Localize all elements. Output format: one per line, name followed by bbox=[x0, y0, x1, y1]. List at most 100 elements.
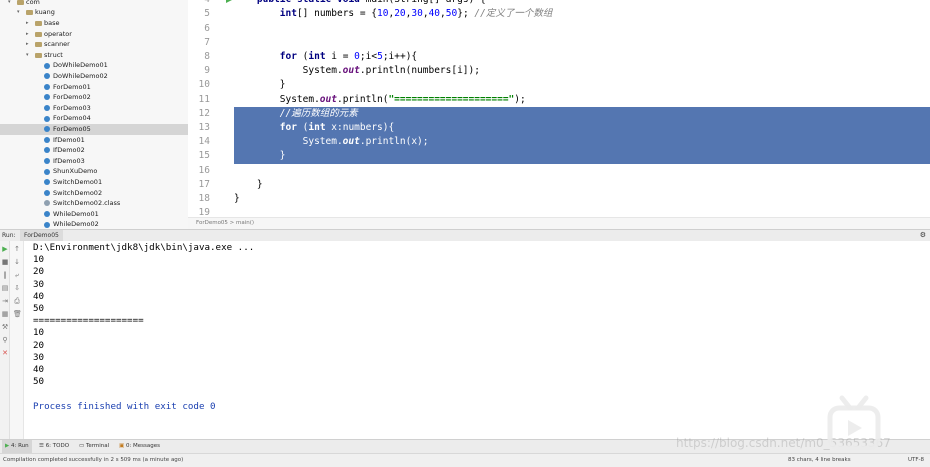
code-line[interactable] bbox=[234, 164, 930, 178]
chevron-right-icon[interactable]: ▸ bbox=[26, 18, 29, 29]
code-line[interactable]: for (int i = 0;i<5;i++){ bbox=[234, 50, 930, 64]
code-area[interactable]: public static void main(String[] args) {… bbox=[234, 0, 930, 217]
console-output[interactable]: D:\Environment\jdk8\jdk\bin\java.exe ...… bbox=[24, 241, 930, 439]
code-line-text: public static void main(String[] args) { bbox=[234, 0, 486, 5]
console-command-line: D:\Environment\jdk8\jdk\bin\java.exe ... bbox=[33, 242, 255, 253]
tree-item-label: operator bbox=[44, 29, 72, 38]
close-icon[interactable]: ✕ bbox=[1, 349, 9, 357]
code-editor[interactable]: 45 6 7 8 9 10 11 12 13 14 15 16 17 18 19 public static… bbox=[188, 0, 930, 217]
tree-item[interactable]: ForDemo03 bbox=[0, 103, 188, 114]
class-icon bbox=[44, 179, 50, 186]
trash-icon[interactable]: 🗑 bbox=[13, 310, 22, 318]
gutter-markers bbox=[226, 0, 234, 217]
tree-item[interactable]: IfDemo03 bbox=[0, 156, 188, 167]
tree-item-label: SwitchDemo01 bbox=[53, 178, 103, 186]
tree-item[interactable]: ▾ kuang bbox=[0, 7, 188, 18]
code-line[interactable]: System.out.println(numbers[i]); bbox=[234, 64, 930, 78]
play-icon: ▶ bbox=[5, 443, 10, 449]
chevron-right-icon[interactable]: ▸ bbox=[26, 29, 29, 40]
file-encoding[interactable]: UTF-8 bbox=[908, 454, 924, 466]
code-line[interactable] bbox=[234, 206, 930, 217]
soft-wrap-icon[interactable]: ⤶ bbox=[13, 271, 21, 279]
run-label: Run: bbox=[2, 232, 16, 239]
line-numbers-gutter: 45 6 7 8 9 10 11 12 13 14 15 16 17 18 19 bbox=[188, 0, 226, 217]
toolwindow-messages[interactable]: ▣ 0: Messages bbox=[116, 440, 163, 453]
chevron-right-icon[interactable]: ▸ bbox=[26, 39, 29, 50]
code-line[interactable]: System.out.println("====================… bbox=[234, 93, 930, 107]
tree-item[interactable]: DoWhileDemo02 bbox=[0, 71, 188, 82]
code-line[interactable]: } bbox=[234, 192, 930, 206]
breadcrumb[interactable]: ForDemo05 > main() bbox=[188, 217, 930, 229]
settings-icon[interactable]: ⚒ bbox=[1, 323, 9, 331]
code-line[interactable]: int[] numbers = {10,20,30,40,50}; //定义了一… bbox=[234, 7, 930, 21]
code-line[interactable] bbox=[234, 22, 930, 36]
toolwindow-terminal[interactable]: ▭ Terminal bbox=[76, 440, 112, 453]
tree-item[interactable]: ▸ base bbox=[0, 18, 188, 29]
dump-threads-icon[interactable]: ▤ bbox=[1, 284, 9, 292]
run-tab-fordemo05[interactable]: ForDemo05 bbox=[20, 230, 63, 241]
gear-icon[interactable]: ⚙ bbox=[920, 230, 926, 241]
folder-icon bbox=[35, 42, 42, 48]
pause-icon[interactable]: ‖ bbox=[1, 271, 9, 279]
tree-item[interactable]: SwitchDemo02.class bbox=[0, 198, 188, 209]
tree-item[interactable]: ForDemo02 bbox=[0, 92, 188, 103]
chevron-down-icon[interactable]: ▾ bbox=[17, 7, 20, 18]
run-gutter-icon[interactable] bbox=[226, 0, 232, 3]
rerun-icon[interactable]: ▶ bbox=[1, 245, 9, 253]
tree-item[interactable]: IfDemo02 bbox=[0, 145, 188, 156]
scroll-up-icon[interactable]: ↑ bbox=[13, 245, 21, 253]
tree-item[interactable]: ShunXuDemo bbox=[0, 166, 188, 177]
class-icon bbox=[44, 73, 50, 80]
run-toolbar-secondary: ↑ ↓ ⤶ ⇩ ⎙ 🗑 bbox=[10, 241, 24, 439]
tree-item[interactable]: WhileDemo02 bbox=[0, 219, 188, 229]
code-line[interactable]: } bbox=[234, 178, 930, 192]
code-line[interactable]: for (int x:numbers){ bbox=[234, 121, 930, 136]
tree-item-label: com bbox=[26, 0, 40, 6]
tree-item[interactable]: SwitchDemo01 bbox=[0, 177, 188, 188]
bilibili-logo-icon bbox=[827, 395, 881, 451]
tree-item[interactable]: ▸ scanner bbox=[0, 39, 188, 50]
scroll-to-end-icon[interactable]: ⇩ bbox=[13, 284, 21, 292]
tree-item[interactable]: WhileDemo01 bbox=[0, 209, 188, 220]
console-line: 20 bbox=[33, 339, 45, 351]
tree-item-label: ForDemo04 bbox=[53, 114, 91, 123]
code-line-text: } bbox=[234, 178, 263, 190]
code-line-text: } bbox=[234, 193, 240, 204]
tree-item[interactable]: ForDemo04 bbox=[0, 113, 188, 124]
code-line[interactable]: System.out.println(x); bbox=[234, 135, 930, 150]
tree-item-label: DoWhileDemo02 bbox=[53, 72, 108, 80]
tree-item-label: base bbox=[44, 19, 60, 27]
code-line[interactable]: } bbox=[234, 78, 930, 92]
tree-item[interactable]: ForDemo01 bbox=[0, 82, 188, 93]
tree-item-label: IfDemo02 bbox=[53, 146, 85, 155]
folder-icon bbox=[26, 10, 33, 16]
tree-item[interactable]: IfDemo01 bbox=[0, 135, 188, 146]
chevron-down-icon[interactable]: ▾ bbox=[26, 50, 29, 61]
code-line[interactable]: public static void main(String[] args) { bbox=[234, 0, 930, 7]
code-line[interactable]: //遍历数组的元素 bbox=[234, 106, 930, 121]
toolwindow-todo[interactable]: ☰ 6: TODO bbox=[36, 440, 72, 453]
class-icon bbox=[44, 158, 50, 165]
code-line[interactable]: } bbox=[234, 149, 930, 164]
tree-item[interactable]: DoWhileDemo01 bbox=[0, 60, 188, 71]
code-line-text: } bbox=[234, 79, 286, 91]
tree-item[interactable]: ForDemo05 bbox=[0, 124, 188, 135]
class-icon bbox=[44, 168, 50, 175]
class-icon bbox=[44, 115, 50, 122]
tree-item[interactable]: ▾ com bbox=[0, 0, 188, 7]
code-line[interactable] bbox=[234, 36, 930, 50]
tree-item[interactable]: ▸ operator bbox=[0, 29, 188, 40]
pin-icon[interactable]: ⚲ bbox=[1, 336, 9, 344]
chevron-down-icon[interactable]: ▾ bbox=[8, 0, 11, 7]
stop-icon[interactable]: ■ bbox=[1, 258, 9, 266]
class-icon bbox=[44, 83, 50, 90]
tree-item[interactable]: SwitchDemo02 bbox=[0, 188, 188, 199]
exit-icon[interactable]: ⇥ bbox=[1, 297, 9, 305]
console-line: 30 bbox=[33, 278, 45, 290]
console-line: 30 bbox=[33, 351, 45, 363]
layout-icon[interactable]: ▦ bbox=[1, 310, 9, 318]
print-icon[interactable]: ⎙ bbox=[13, 297, 21, 305]
tree-item[interactable]: ▾ struct bbox=[0, 50, 188, 61]
scroll-down-icon[interactable]: ↓ bbox=[13, 258, 21, 266]
toolwindow-run[interactable]: ▶ 4: Run bbox=[2, 440, 32, 453]
